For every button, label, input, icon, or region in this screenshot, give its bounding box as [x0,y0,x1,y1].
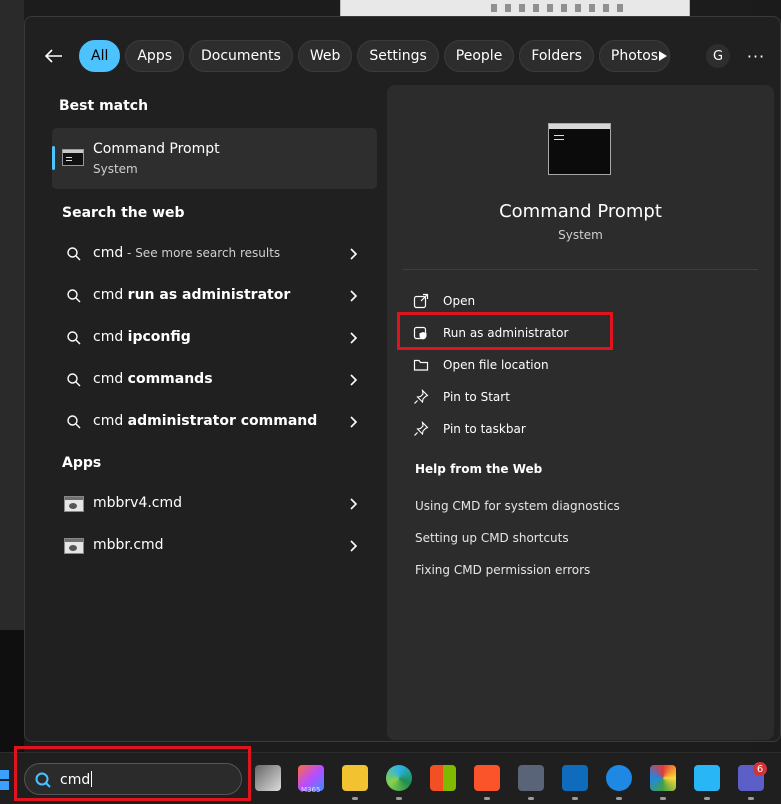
preview-subtitle: System [558,228,603,242]
best-match-heading: Best match [59,98,149,114]
chevron-right-icon [350,332,358,344]
app-result-label: mbbrv4.cmd [93,495,183,511]
search-icon [67,373,81,387]
help-link-2[interactable]: Fixing CMD permission errors [415,563,590,577]
photo-app-icon[interactable] [650,765,676,791]
help-link-0[interactable]: Using CMD for system diagnostics [415,499,620,513]
microsoft-store-icon[interactable] [430,765,456,791]
running-indicator [660,797,666,800]
task-view-icon[interactable] [255,765,281,791]
app-result-label: mbbr.cmd [93,537,164,553]
tab-apps[interactable]: Apps [125,40,185,72]
app-result-mbbrv4[interactable]: mbbrv4.cmd [52,484,377,524]
pin-icon [414,389,429,404]
account-avatar[interactable]: G [706,44,730,68]
more-options-button[interactable]: ··· [742,44,770,68]
notepad-icon[interactable] [694,765,720,791]
web-result-3[interactable]: cmd commands [52,360,377,400]
running-indicator [748,797,754,800]
running-indicator [396,797,402,800]
action-open-file-location[interactable]: Open file location [407,352,747,378]
back-arrow-icon [45,49,62,63]
tab-settings[interactable]: Settings [357,40,439,72]
command-prompt-large-icon [548,123,611,175]
action-label: Pin to Start [443,390,510,404]
chevron-right-icon [350,248,358,260]
desktop-background-bottom [0,630,24,752]
tab-people[interactable]: People [443,40,515,72]
cmd-file-icon [64,496,84,512]
tab-all[interactable]: All [79,40,121,72]
running-indicator [572,797,578,800]
notification-badge: 6 [753,762,767,776]
divider [403,269,758,270]
preview-title: Command Prompt [499,201,662,222]
chevron-right-icon [350,290,358,302]
play-icon [659,51,667,61]
network-app-icon[interactable] [518,765,544,791]
running-indicator [352,797,358,800]
edge-browser-icon[interactable] [386,765,412,791]
web-result-4[interactable]: cmd administrator command [52,402,377,442]
search-icon [67,415,81,429]
open-external-icon [413,293,429,309]
windows-start-icon[interactable] [0,770,12,790]
best-match-title: Command Prompt [93,141,220,157]
selection-accent [52,146,55,170]
web-result-label: cmd administrator command [93,413,318,429]
action-label: Pin to taskbar [443,422,526,436]
search-icon [67,331,81,345]
web-result-label: cmd ipconfig [93,329,191,345]
app-result-mbbr[interactable]: mbbr.cmd [52,526,377,566]
search-web-heading: Search the web [62,205,185,221]
cmd-file-icon [64,538,84,554]
action-label: Open file location [443,358,549,372]
apps-heading: Apps [62,455,102,471]
outlook-icon[interactable] [562,765,588,791]
chevron-right-icon [350,540,358,552]
search-icon [67,289,81,303]
pin-icon [414,421,429,436]
web-result-label: cmd commands [93,371,213,387]
preview-pane: Command Prompt System Open Run as admini… [387,85,774,740]
web-result-0[interactable]: cmd - See more search results [52,234,377,274]
chevron-right-icon [350,374,358,386]
action-pin-to-start[interactable]: Pin to Start [407,384,747,410]
m365-label: M365 [301,786,321,794]
tab-folders[interactable]: Folders [519,40,594,72]
action-label: Open [443,294,476,308]
chevron-right-icon [350,416,358,428]
running-indicator [704,797,710,800]
back-button[interactable] [34,40,74,72]
plus-app-icon[interactable] [606,765,632,791]
command-prompt-icon [62,149,84,166]
brave-browser-icon[interactable] [474,765,500,791]
search-icon [67,247,81,261]
web-result-label: cmd run as administrator [93,287,291,303]
web-result-label: cmd - See more search results [93,245,281,261]
help-heading: Help from the Web [415,462,543,476]
highlight-search-box [14,746,251,801]
background-window-edge [340,0,690,16]
running-indicator [616,797,622,800]
action-pin-to-taskbar[interactable]: Pin to taskbar [407,416,747,442]
web-result-2[interactable]: cmd ipconfig [52,318,377,358]
action-open[interactable]: Open [407,288,747,314]
more-filters-button[interactable] [648,40,678,72]
tab-documents[interactable]: Documents [189,40,293,72]
file-explorer-icon[interactable] [342,765,368,791]
filter-bar: All Apps Documents Web Settings People F… [34,40,671,72]
help-link-1[interactable]: Setting up CMD shortcuts [415,531,569,545]
best-match-subtitle: System [93,162,138,176]
web-result-1[interactable]: cmd run as administrator [52,276,377,316]
tab-web[interactable]: Web [297,40,353,72]
highlight-run-as-admin [397,312,613,350]
best-match-command-prompt[interactable]: Command Prompt System [52,128,377,189]
running-indicator [484,797,490,800]
chevron-right-icon [350,498,358,510]
running-indicator [528,797,534,800]
folder-icon [413,359,429,371]
